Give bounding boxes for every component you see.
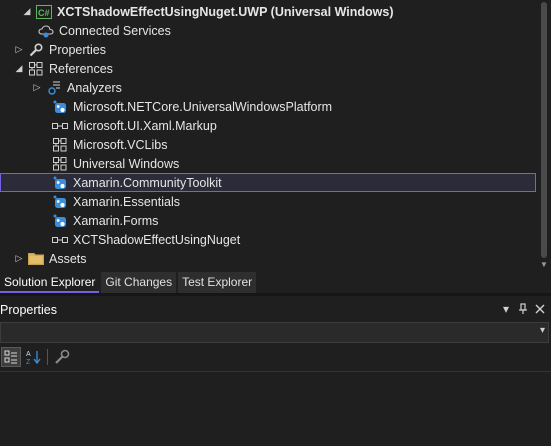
properties-toolbar: A Z [0,345,551,372]
tree-item-label: Microsoft.NETCore.UniversalWindowsPlatfo… [73,99,333,114]
tree-item-label: XCTShadowEffectUsingNuget.UWP (Universal… [57,4,394,19]
tab-git-changes[interactable]: Git Changes [101,272,177,293]
nuget-package-icon [52,213,68,229]
tree-item[interactable]: Xamarin.Forms [0,211,536,230]
properties-title: Properties [0,303,57,317]
alphabetical-sort-icon[interactable]: A Z [23,347,43,367]
references-icon [52,156,68,172]
tab-solution-explorer[interactable]: Solution Explorer [0,272,100,293]
close-icon[interactable] [532,300,548,318]
references-icon [28,61,44,77]
nuget-package-icon [52,175,68,191]
properties-grid [0,372,551,446]
tree-item-label: Microsoft.UI.Xaml.Markup [73,118,217,133]
project-reference-icon [52,232,68,248]
scroll-down-arrow-icon[interactable]: ▼ [540,260,548,269]
tree-item[interactable]: Universal Windows [0,154,536,173]
svg-text:Z: Z [26,359,31,365]
folder-icon [28,251,44,267]
tree-item-label: Xamarin.Forms [73,213,159,228]
tree-item-label: Xamarin.Essentials [73,194,180,209]
tree-item[interactable]: Microsoft.UI.Xaml.Markup [0,116,536,135]
toolbar-divider [47,349,48,365]
wrench-icon [28,42,44,58]
tree-item[interactable]: ▷ Assets [0,249,536,268]
tree-item[interactable]: Connected Services [0,21,536,40]
solution-explorer: ◢ C# XCTShadowEffectUsingNuget.UWP (Univer… [0,0,551,272]
expanded-arrow-icon[interactable]: ◢ [14,63,24,74]
project-reference-icon [52,118,68,134]
tree-item-label: Universal Windows [73,156,180,171]
nuget-package-icon [52,194,68,210]
categorized-icon[interactable] [1,347,21,367]
panel-splitter[interactable] [0,293,551,296]
collapsed-arrow-icon[interactable]: ▷ [32,82,42,93]
object-selector-dropdown[interactable]: ▾ [0,322,549,343]
tree-item-label: Xamarin.CommunityToolkit [73,175,222,190]
chevron-down-icon: ▾ [539,325,545,336]
window-position-dropdown-icon[interactable]: ▾ [498,300,514,318]
svg-text:A: A [26,351,31,358]
expanded-arrow-icon[interactable]: ◢ [22,6,32,17]
tree-item-label: References [49,61,113,76]
pin-icon[interactable] [515,300,531,318]
collapsed-arrow-icon[interactable]: ▷ [14,44,24,55]
tab-test-explorer[interactable]: Test Explorer [178,272,257,293]
tree-item-label: Analyzers [67,80,122,95]
tree-item-label: XCTShadowEffectUsingNuget [73,232,241,247]
tree-item-label: Microsoft.VCLibs [73,137,168,152]
tree-item[interactable]: Microsoft.NETCore.UniversalWindowsPlatfo… [0,97,536,116]
tree-item[interactable]: ◢ C# XCTShadowEffectUsingNuget.UWP (Univer… [0,2,536,21]
property-pages-icon[interactable] [52,347,72,367]
references-icon [52,137,68,153]
svg-text:C#: C# [38,8,50,18]
tree-item[interactable]: ◢ References [0,59,536,78]
tree-item[interactable]: ▷ Properties [0,40,536,59]
collapsed-arrow-icon[interactable]: ▷ [14,253,24,264]
tree-item[interactable]: Microsoft.VCLibs [0,135,536,154]
tree-item[interactable]: ▷ Analyzers [0,78,536,97]
tree-item[interactable]: XCTShadowEffectUsingNuget [0,230,536,249]
vertical-scrollbar[interactable]: ▼ [537,0,551,272]
scrollbar-thumb[interactable] [541,2,547,258]
tree-item[interactable]: Xamarin.CommunityToolkit [0,173,536,192]
properties-header: Properties ▾ [0,298,551,322]
analyzer-icon [46,80,62,96]
nuget-package-icon [52,99,68,115]
csharp-project-icon: C# [36,4,52,20]
tree-item-label: Connected Services [59,23,171,38]
tree-item-label: Properties [49,42,106,57]
tree-item-label: Assets [49,251,87,266]
tree-item[interactable]: Xamarin.Essentials [0,192,536,211]
tool-window-tabs: Solution Explorer Git Changes Test Explo… [0,272,551,293]
connected-services-icon [38,23,54,39]
